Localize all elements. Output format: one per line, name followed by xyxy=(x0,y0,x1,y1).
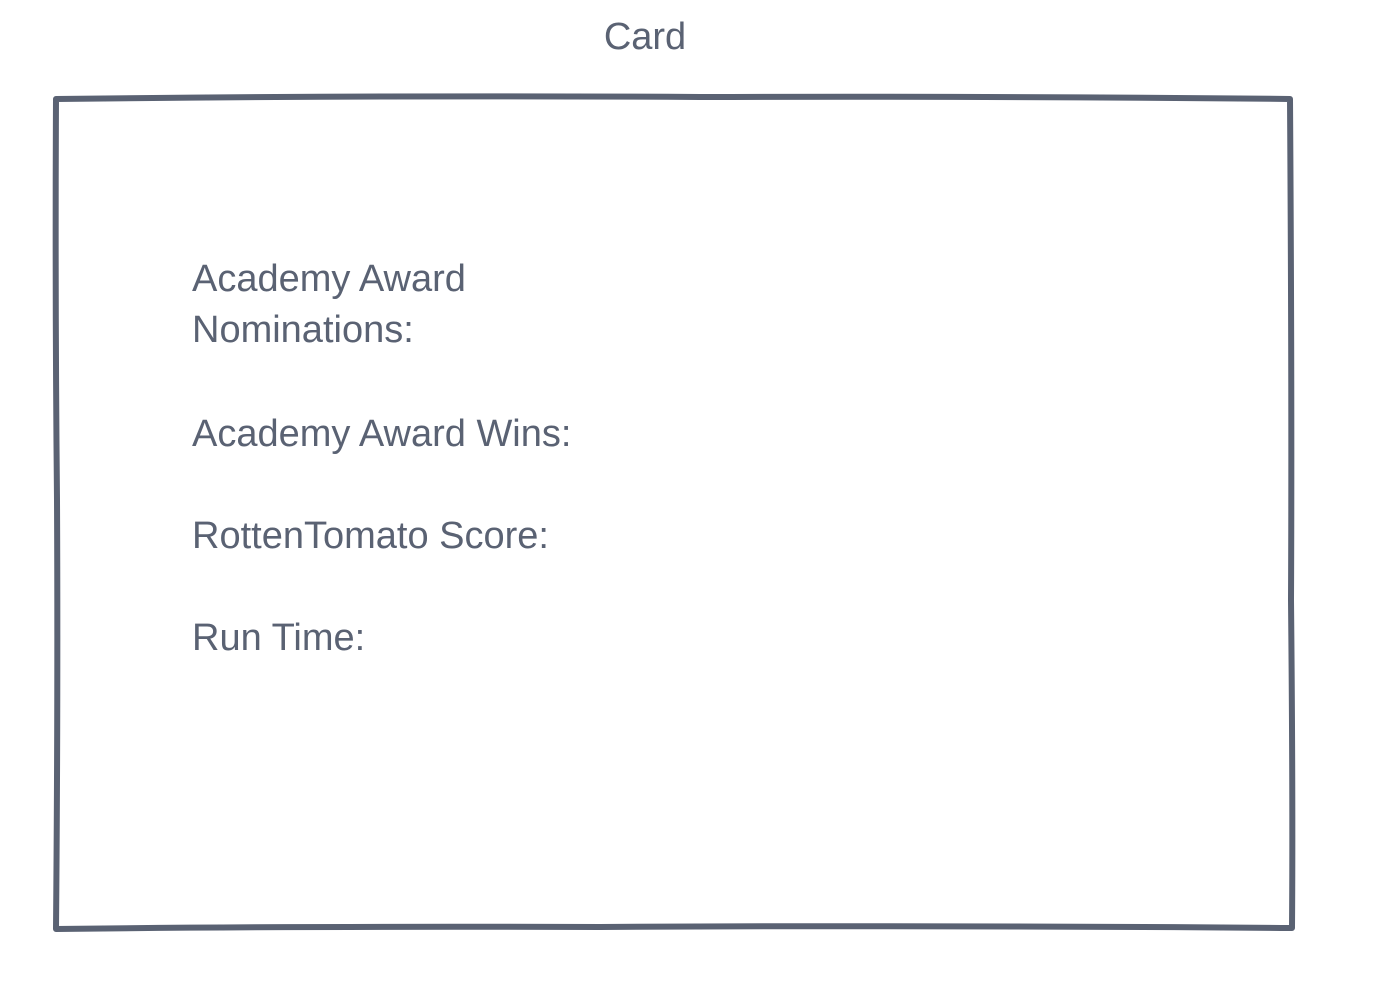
field-academy-award-wins: Academy Award Wins: xyxy=(192,413,572,455)
field-academy-award-nominations: Academy Award Nominations: xyxy=(192,258,466,351)
field-run-time: Run Time: xyxy=(192,617,366,659)
field-rottentomato-score: RottenTomato Score: xyxy=(192,515,549,557)
card-title: Card xyxy=(603,16,687,58)
card-frame xyxy=(0,0,1390,990)
card-border-svg xyxy=(52,93,1296,932)
